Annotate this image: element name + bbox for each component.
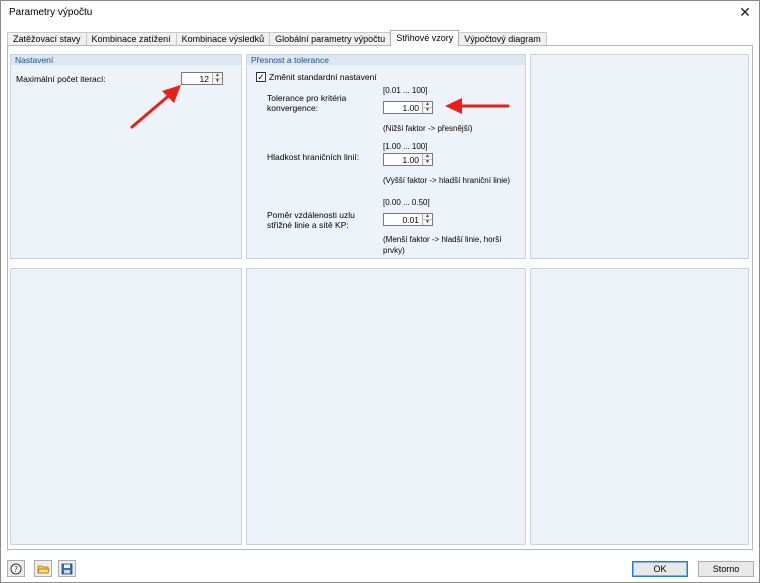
close-icon[interactable]: ✕: [735, 3, 755, 21]
cancel-button[interactable]: Storno: [698, 561, 754, 577]
help-button[interactable]: ?: [7, 560, 25, 577]
window-title: Parametry výpočtu: [9, 7, 93, 18]
ratio-hint-line1: (Menší faktor -> hladší linie, horší: [383, 235, 502, 244]
title-bar: Parametry výpočtu ✕: [1, 1, 759, 23]
spin-down-icon[interactable]: ▼: [213, 78, 222, 84]
spin-down-icon[interactable]: ▼: [423, 107, 432, 113]
max-iterations-stepper[interactable]: ▲ ▼: [181, 72, 223, 85]
dialog-footer: ? OK Storno: [1, 556, 759, 582]
ok-button[interactable]: OK: [632, 561, 688, 577]
smoothness-label: Hladkost hraničních linií:: [267, 152, 360, 162]
red-arrow-annotation-left: [130, 85, 181, 129]
empty-panel-bottom-right: [530, 268, 749, 545]
spin-down-icon[interactable]: ▼: [423, 219, 432, 225]
svg-text:?: ?: [14, 565, 18, 574]
tab-panel: Nastavení Maximální počet iterací: ▲ ▼ P…: [7, 45, 753, 550]
tab-globalni-parametry[interactable]: Globální parametry výpočtu: [269, 32, 392, 46]
tab-kombinace-vysledku[interactable]: Kombinace výsledků: [175, 32, 271, 46]
ratio-hint-line2: prvky): [383, 246, 405, 255]
tolerance-hint: (Nižší faktor -> přesnější): [383, 124, 473, 133]
tolerance-input[interactable]: [384, 102, 422, 113]
red-arrow-annotation-right: [445, 98, 510, 114]
ratio-stepper[interactable]: ▲ ▼: [383, 213, 433, 226]
precision-panel: Přesnost a tolerance ✓ Změnit standardní…: [246, 54, 526, 259]
help-icon: ?: [10, 563, 22, 574]
ratio-label-line1: Poměr vzdálenosti uzlu: [267, 210, 355, 220]
spin-down-icon[interactable]: ▼: [423, 159, 432, 165]
tab-strihove-vzory[interactable]: Střihové vzory: [390, 30, 460, 46]
tolerance-range: [0.01 ... 100]: [383, 86, 428, 95]
empty-panel-bottom-left: [10, 268, 242, 545]
tolerance-stepper[interactable]: ▲ ▼: [383, 101, 433, 114]
tab-kombinace-zatizeni[interactable]: Kombinace zatížení: [85, 32, 177, 46]
ratio-range: [0.00 ... 0.50]: [383, 198, 430, 207]
tolerance-label-line2: konvergence:: [267, 103, 319, 113]
smoothness-stepper[interactable]: ▲ ▼: [383, 153, 433, 166]
ratio-label-line2: střižné linie a sítě KP:: [267, 220, 349, 230]
smoothness-input[interactable]: [384, 154, 422, 165]
smoothness-range: [1.00 ... 100]: [383, 142, 428, 151]
open-folder-icon: [36, 565, 50, 573]
tolerance-label-line1: Tolerance pro kritéria: [267, 93, 347, 103]
tab-zatezovaci-stavy[interactable]: Zatěžovací stavy: [7, 32, 87, 46]
tab-vypoctovy-diagram[interactable]: Výpočtový diagram: [458, 32, 547, 46]
max-iterations-input[interactable]: [182, 73, 212, 84]
smoothness-hint: (Vyšší faktor -> hladší hraniční linie): [383, 176, 511, 185]
change-default-label: Změnit standardní nastavení: [269, 72, 377, 82]
empty-panel-bottom-middle: [246, 268, 526, 545]
settings-panel-header: Nastavení: [11, 55, 241, 65]
save-button[interactable]: [58, 560, 76, 577]
empty-panel-top-right: [530, 54, 749, 259]
open-button[interactable]: [34, 560, 52, 577]
ratio-input[interactable]: [384, 214, 422, 225]
tab-strip: Zatěžovací stavy Kombinace zatížení Komb…: [7, 30, 547, 46]
save-icon: [61, 563, 73, 574]
max-iterations-label: Maximální počet iterací:: [16, 74, 106, 84]
precision-panel-header: Přesnost a tolerance: [247, 55, 525, 65]
dialog-window: Parametry výpočtu ✕ Zatěžovací stavy Kom…: [0, 0, 760, 583]
change-default-checkbox[interactable]: ✓: [256, 72, 266, 82]
